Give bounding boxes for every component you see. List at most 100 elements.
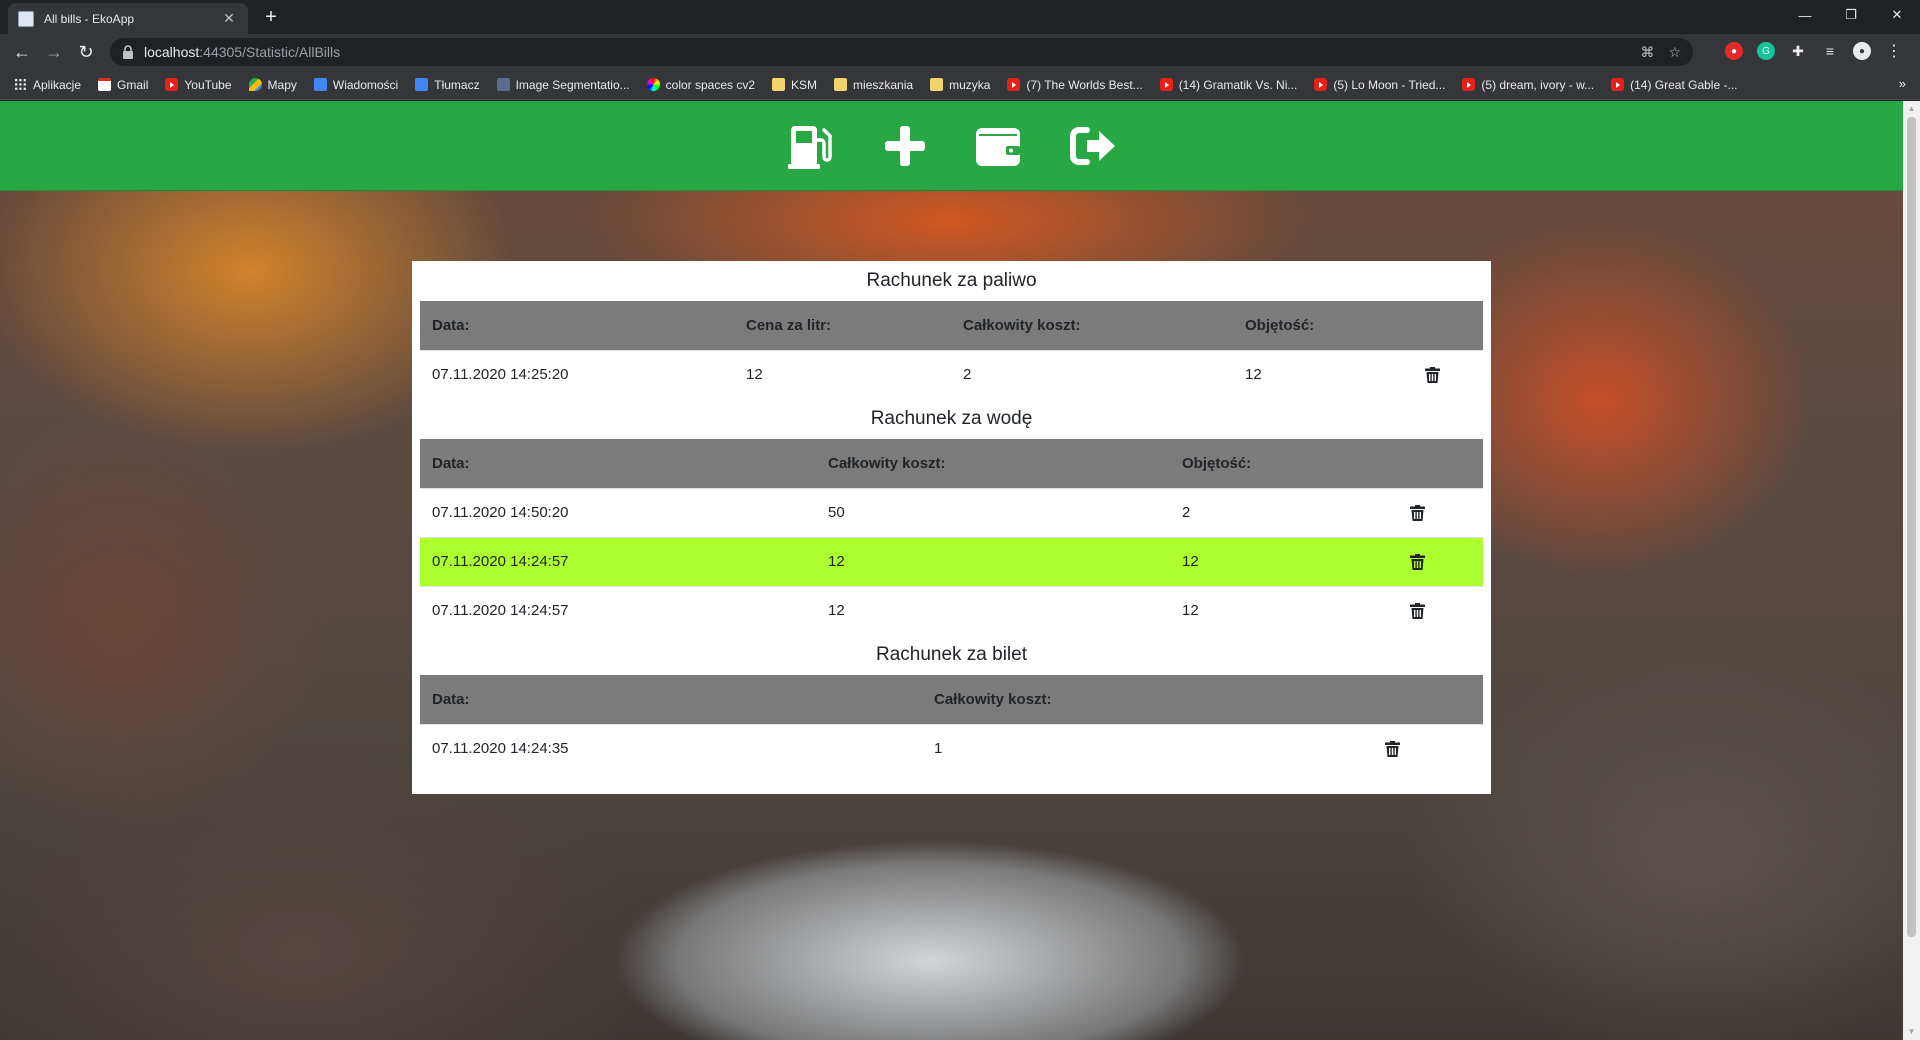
browser-toolbar: ← → ↻ localhost :44305/Statistic/AllBill… [0, 34, 1920, 70]
maps-pin-icon [248, 78, 262, 91]
close-window-icon[interactable]: ✕ [1874, 0, 1920, 30]
cell-total: 12 [816, 536, 1170, 586]
lock-icon [122, 45, 136, 59]
bookmark-folder[interactable]: KSM [772, 78, 817, 92]
translate-icon [415, 78, 429, 91]
cell-volume: 12 [1170, 536, 1398, 586]
close-tab-icon[interactable]: ✕ [220, 10, 238, 27]
bookmark-item[interactable]: (5) Lo Moon - Tried... [1314, 78, 1445, 92]
bills-card: Rachunek za paliwo Data: Cena za litr: C… [412, 261, 1491, 794]
plus-icon[interactable] [879, 120, 931, 172]
cell-actions [1398, 536, 1483, 586]
column-header-actions [1413, 301, 1483, 350]
tab-title: All bills - EkoApp [44, 11, 135, 26]
table-header-row: Data: Całkowity koszt: [420, 675, 1483, 724]
table-row: 07.11.2020 14:24:57 12 12 [420, 585, 1483, 635]
cell-volume: 2 [1170, 487, 1398, 537]
bookmark-item[interactable]: (7) The Worlds Best... [1007, 77, 1143, 92]
sign-out-icon[interactable] [1067, 120, 1119, 172]
bookmark-item[interactable]: Image Segmentatio... [496, 78, 630, 92]
bookmark-label: mieszkania [853, 77, 914, 92]
menu-kebab-icon[interactable]: ⋮ [1885, 42, 1903, 60]
bookmark-folder[interactable]: muzyka [930, 78, 990, 92]
translate-icon[interactable]: ⌘ [1640, 44, 1654, 61]
cell-actions [1398, 585, 1483, 635]
bookmark-item[interactable]: (5) dream, ivory - w... [1462, 78, 1594, 92]
profile-avatar-icon[interactable]: ● [1853, 42, 1871, 60]
table-row-highlighted: 07.11.2020 14:24:57 12 12 [420, 536, 1483, 586]
restore-icon[interactable]: ❐ [1828, 0, 1874, 30]
bookmark-item[interactable]: Aplikacje [14, 78, 81, 92]
cell-date: 07.11.2020 14:24:57 [420, 585, 816, 635]
cell-date: 07.11.2020 14:25:20 [420, 349, 734, 399]
extension-red-icon[interactable]: ● [1725, 42, 1743, 60]
bookmark-folder[interactable]: mieszkania [834, 78, 913, 92]
cell-date: 07.11.2020 14:24:57 [420, 536, 816, 586]
bookmark-item[interactable]: Gmail [98, 78, 148, 92]
bookmark-label: muzyka [949, 77, 991, 92]
scrollbar-thumb[interactable] [1907, 117, 1916, 937]
column-header: Objętość: [1170, 439, 1398, 488]
fuel-bill-table: Data: Cena za litr: Całkowity koszt: Obj… [420, 301, 1483, 399]
bookmark-item[interactable]: color spaces cv2 [646, 77, 756, 92]
forward-arrow-icon[interactable]: → [40, 38, 68, 66]
folder-icon [772, 78, 786, 91]
column-header: Całkowity koszt: [951, 301, 1233, 350]
trash-icon[interactable] [1410, 554, 1425, 571]
column-header: Objętość: [1233, 301, 1413, 350]
minimize-icon[interactable]: — [1782, 0, 1828, 30]
trash-icon[interactable] [1425, 367, 1440, 384]
bookmark-label: (14) Great Gable -... [1630, 77, 1738, 92]
new-tab-button[interactable]: + [258, 5, 284, 31]
wallet-icon[interactable] [973, 120, 1025, 172]
trash-icon[interactable] [1385, 741, 1400, 758]
bookmark-item[interactable]: Wiadomości [313, 77, 399, 92]
bookmark-label: (7) The Worlds Best... [1026, 77, 1143, 92]
bookmark-label: color spaces cv2 [665, 77, 756, 92]
cell-actions [1373, 723, 1483, 773]
trash-icon[interactable] [1410, 505, 1425, 522]
bookmarks-bar: Aplikacje Gmail YouTube Mapy Wiadomości … [0, 70, 1920, 100]
bookmark-item[interactable]: (14) Gramatik Vs. Ni... [1159, 77, 1298, 92]
cell-date: 07.11.2020 14:24:35 [420, 723, 922, 773]
bookmark-item[interactable]: Mapy [248, 78, 297, 92]
app-navbar [0, 101, 1903, 191]
scroll-up-arrow-icon[interactable]: ▲ [1907, 104, 1916, 114]
fuel-bill-title: Rachunek za paliwo [866, 270, 1037, 291]
extensions-area: ● G ✚ ≡ ● ⋮ [1725, 42, 1903, 60]
table-row: 07.11.2020 14:24:35 1 [420, 723, 1483, 773]
more-bookmarks-icon[interactable]: » [1899, 76, 1906, 91]
cell-volume: 12 [1170, 585, 1398, 635]
apps-grid-icon [14, 78, 27, 91]
back-arrow-icon[interactable]: ← [8, 38, 36, 66]
media-control-icon[interactable]: ≡ [1821, 42, 1839, 60]
bookmark-label: Wiadomości [332, 77, 399, 92]
folder-icon [834, 78, 848, 91]
cell-total: 1 [922, 723, 1373, 773]
bookmark-item[interactable]: Tłumacz [415, 78, 480, 92]
column-header: Cena za litr: [734, 301, 951, 350]
folder-icon [930, 78, 944, 91]
star-bookmark-icon[interactable]: ☆ [1668, 44, 1681, 61]
bookmark-label: (5) dream, ivory - w... [1481, 77, 1595, 92]
bookmark-label: KSM [791, 77, 818, 92]
page-scrollbar[interactable]: ▲ ▼ [1903, 101, 1920, 1040]
ticket-bill-title: Rachunek za bilet [875, 644, 1028, 665]
bookmark-item[interactable]: YouTube [165, 78, 232, 92]
address-bar[interactable]: localhost :44305/Statistic/AllBills ⌘ ☆ [110, 38, 1693, 66]
bookmark-label: Aplikacje [33, 77, 82, 92]
cell-volume: 12 [1233, 349, 1413, 399]
youtube-icon [1462, 78, 1476, 91]
scroll-down-arrow-icon[interactable]: ▼ [1907, 1027, 1916, 1037]
reload-icon[interactable]: ↻ [72, 38, 100, 66]
bookmark-item[interactable]: (14) Great Gable -... [1611, 78, 1737, 92]
gas-pump-icon[interactable] [785, 120, 837, 172]
trash-icon[interactable] [1410, 603, 1425, 620]
browser-tab[interactable]: All bills - EkoApp ✕ [8, 3, 248, 34]
grammarly-icon[interactable]: G [1757, 42, 1775, 60]
cell-total: 12 [816, 585, 1170, 635]
bookmark-label: (14) Gramatik Vs. Ni... [1178, 77, 1298, 92]
cell-total: 2 [951, 349, 1233, 399]
puzzle-extensions-icon[interactable]: ✚ [1789, 42, 1807, 60]
bookmark-label: (5) Lo Moon - Tried... [1333, 77, 1446, 92]
